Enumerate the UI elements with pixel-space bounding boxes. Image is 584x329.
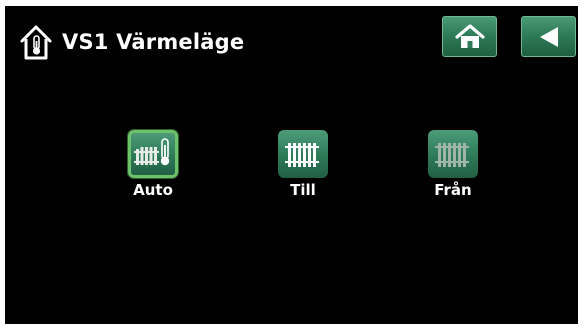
home-button[interactable] [442, 16, 497, 57]
mode-auto-option[interactable]: Auto [108, 130, 198, 199]
mode-till-tile[interactable] [278, 130, 328, 178]
house-thermometer-icon [20, 25, 52, 60]
mode-label: Auto [133, 181, 173, 199]
mode-label: Från [434, 181, 472, 199]
mode-fran-tile[interactable] [428, 130, 478, 178]
mode-auto-tile[interactable] [128, 130, 178, 178]
mode-till-option[interactable]: Till [258, 130, 348, 199]
radiator-icon [285, 143, 319, 167]
screen: VS1 Värmeläge Auto Till Från [5, 6, 578, 324]
back-arrow-icon [539, 26, 558, 47]
mode-fran-option[interactable]: Från [408, 130, 498, 199]
header: VS1 Värmeläge [19, 24, 244, 60]
page-title: VS1 Värmeläge [62, 30, 245, 54]
mode-label: Till [290, 181, 316, 199]
back-button[interactable] [521, 16, 576, 57]
radiator-off-icon [435, 143, 469, 167]
radiator-thermometer-icon [134, 138, 170, 166]
home-icon [454, 23, 485, 48]
